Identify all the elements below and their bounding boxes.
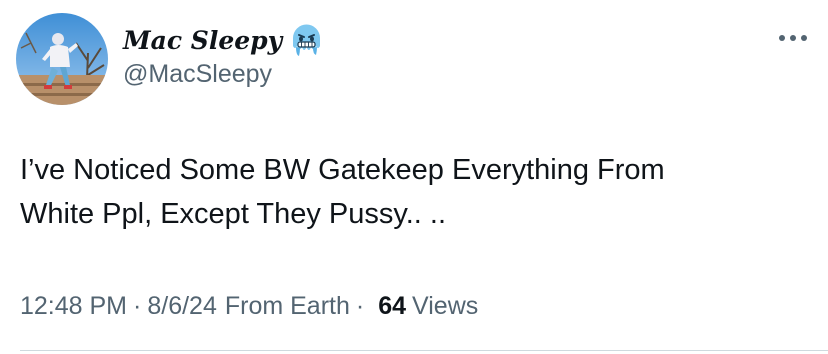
tweet-text: I’ve Noticed Some BW Gatekeep Everything…: [20, 154, 665, 230]
more-horizontal-icon[interactable]: [776, 28, 810, 48]
meta-separator: ·: [355, 292, 365, 320]
tweet-time[interactable]: 12:48 PM: [20, 292, 127, 321]
tweet-meta: 12:48 PM · 8/6/24 From Earth · 64 Views: [20, 292, 478, 321]
views-label[interactable]: Views: [412, 292, 478, 321]
tweet-card: Mac Sleepy @MacSleepy I’ve Noticed Some …: [0, 0, 828, 354]
tweet-location: From Earth: [224, 292, 350, 320]
meta-separator: ·: [133, 292, 142, 320]
display-name[interactable]: Mac Sleepy: [123, 26, 282, 55]
display-name-row: Mac Sleepy: [123, 20, 323, 60]
user-handle[interactable]: @MacSleepy: [123, 60, 272, 89]
views-count[interactable]: 64: [378, 292, 406, 321]
profile-photo-icon: [16, 13, 108, 105]
divider: [20, 350, 828, 351]
tweet-date[interactable]: 8/6/24: [147, 292, 217, 321]
cold-face-emoji-icon: [290, 22, 323, 58]
avatar[interactable]: [16, 13, 108, 105]
